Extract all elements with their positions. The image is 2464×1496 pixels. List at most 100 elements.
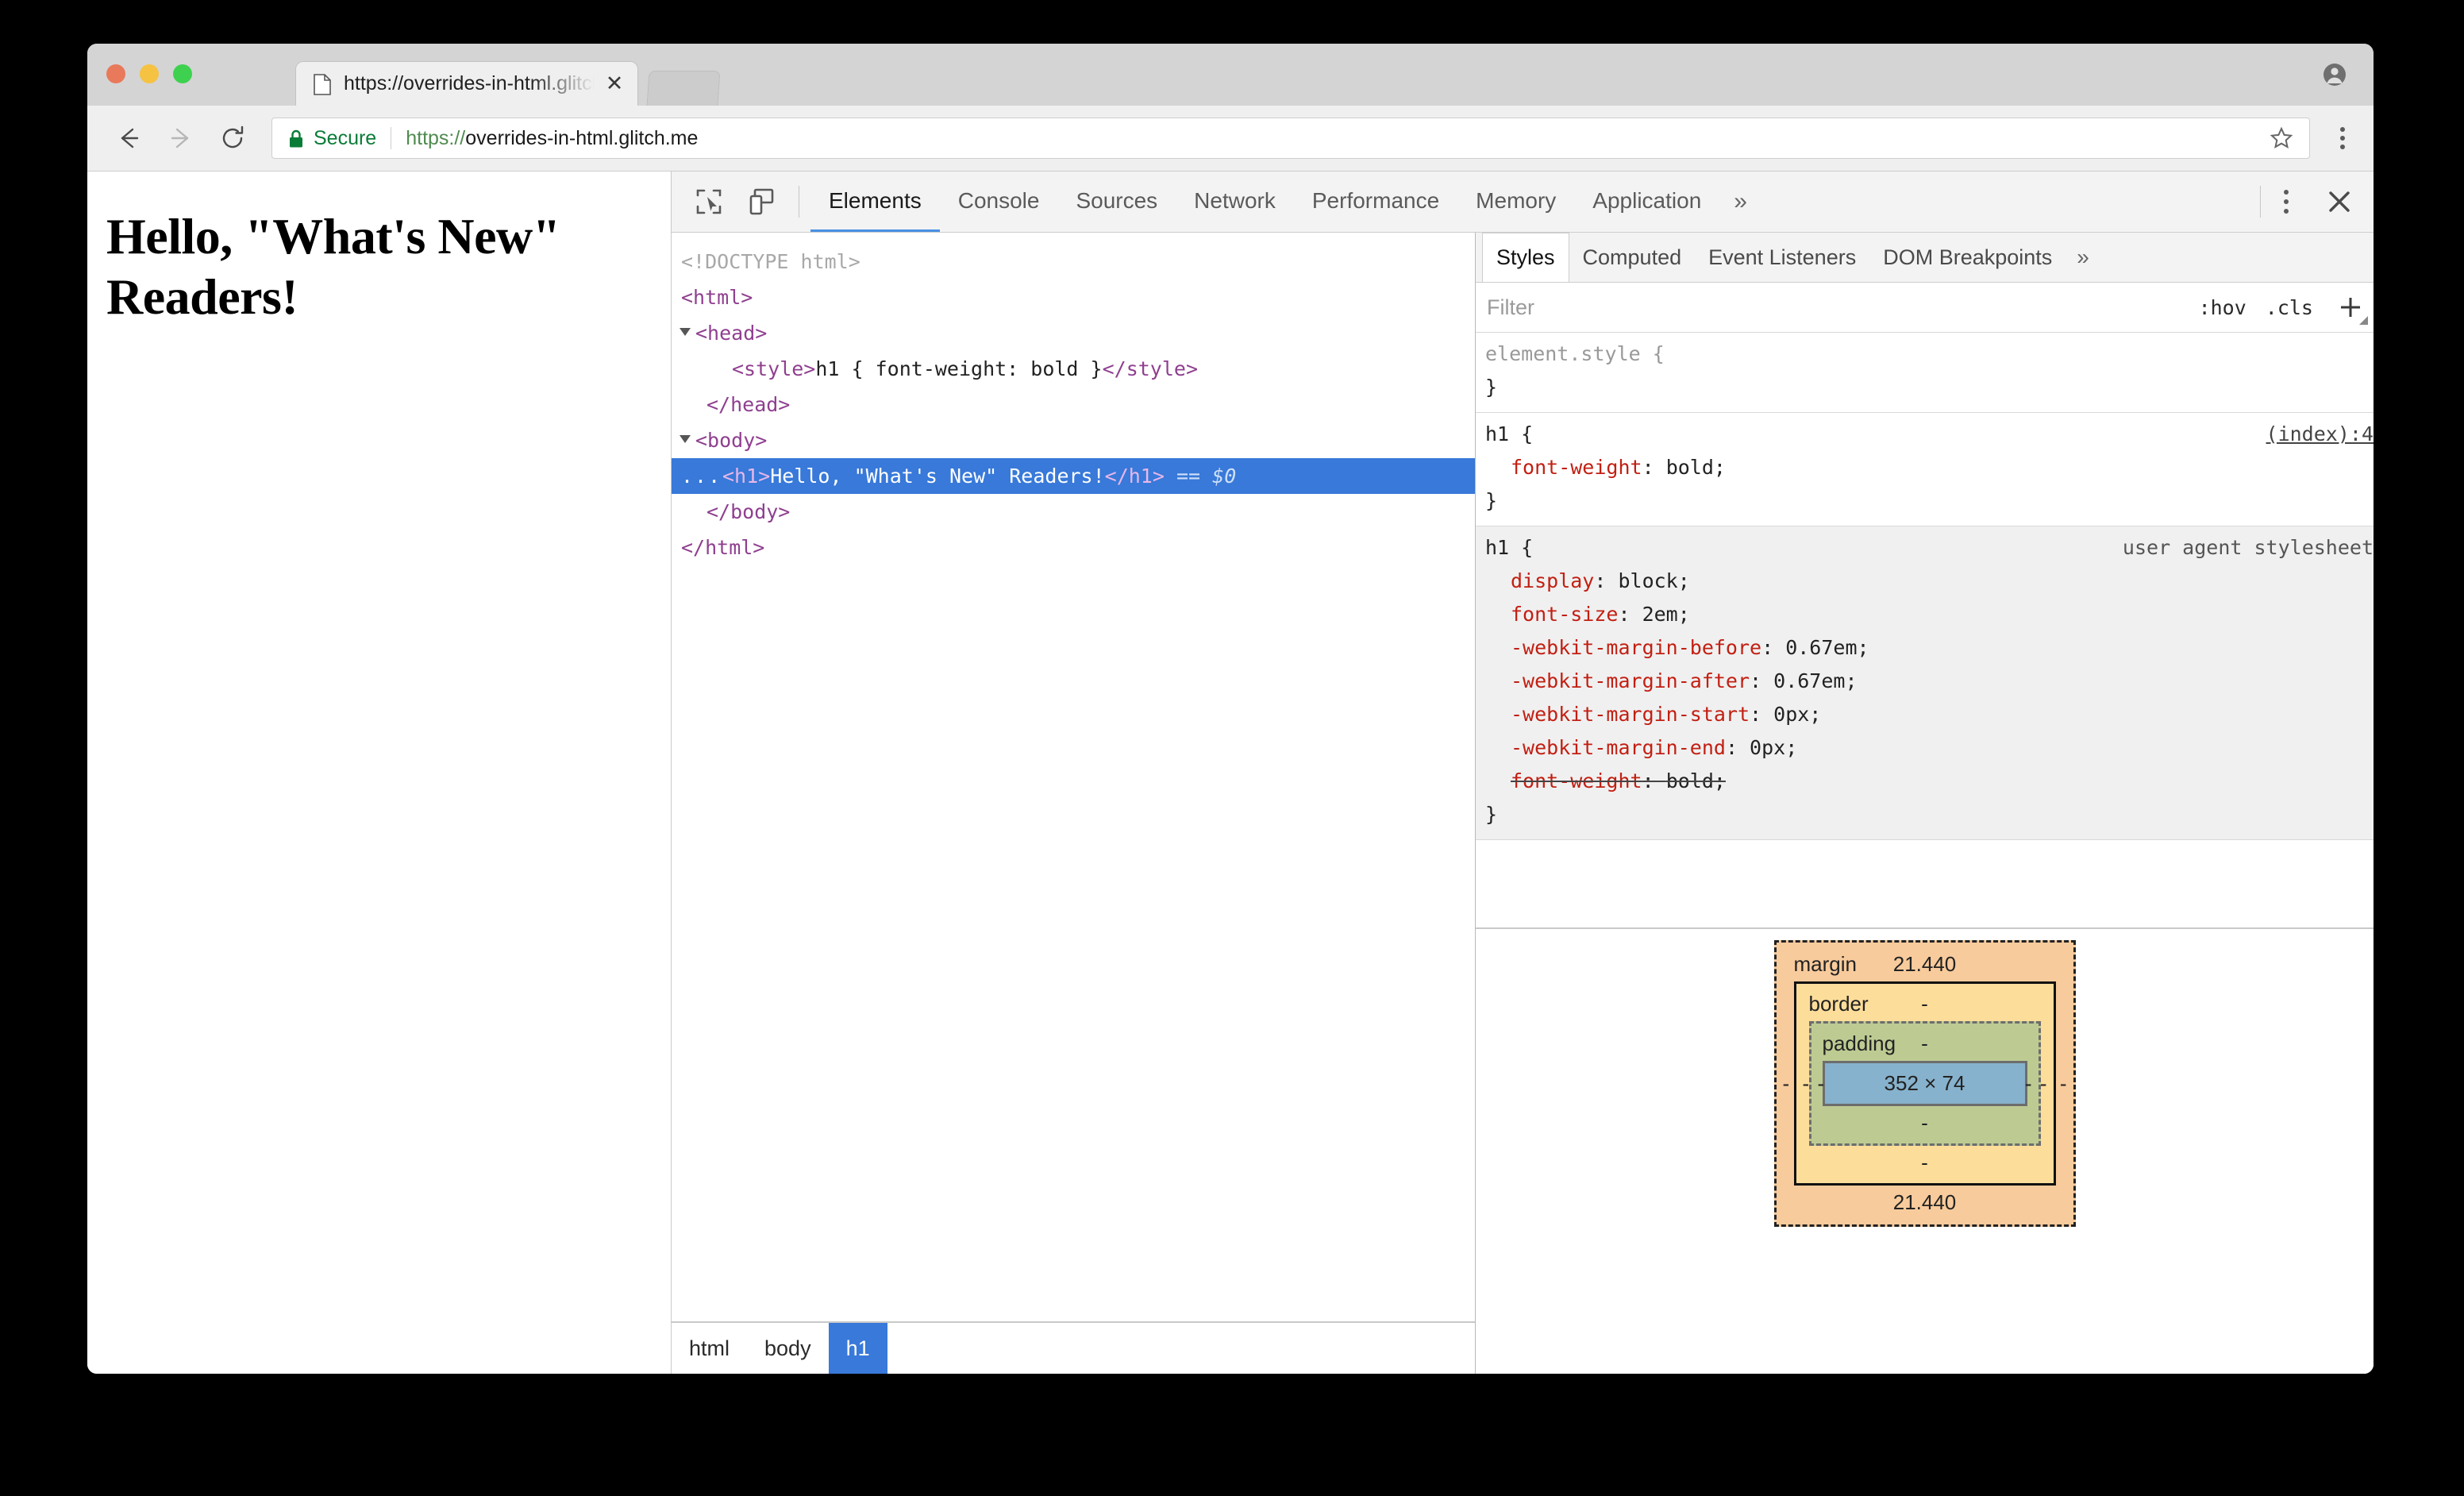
declaration-value[interactable]: 2em bbox=[1642, 603, 1678, 626]
forward-arrow-icon[interactable] bbox=[160, 118, 202, 159]
chevron-double-right-icon[interactable]: » bbox=[1719, 172, 1761, 232]
breadcrumb-item-h1[interactable]: h1 bbox=[828, 1323, 887, 1374]
rule-selector[interactable]: h1 bbox=[1485, 418, 1509, 451]
tab-memory[interactable]: Memory bbox=[1457, 172, 1574, 232]
dom-row-body-open[interactable]: <body> bbox=[672, 422, 1475, 458]
padding-right-value[interactable]: - bbox=[2025, 1071, 2032, 1096]
tab-sources[interactable]: Sources bbox=[1057, 172, 1176, 232]
declaration-overridden[interactable]: font-weight: bold; bbox=[1476, 765, 2374, 798]
tab-application[interactable]: Application bbox=[1574, 172, 1719, 232]
star-icon[interactable] bbox=[2270, 126, 2293, 150]
maximize-window-button[interactable] bbox=[173, 64, 192, 83]
close-icon[interactable] bbox=[2312, 172, 2367, 232]
dom-row-head-close[interactable]: </head> bbox=[672, 387, 1475, 422]
border-top-value[interactable]: - bbox=[1921, 992, 1928, 1016]
cls-toggle-button[interactable]: .cls bbox=[2266, 296, 2313, 319]
tab-dom-breakpoints[interactable]: DOM Breakpoints bbox=[1869, 233, 2066, 282]
tab-computed[interactable]: Computed bbox=[1569, 233, 1696, 282]
back-arrow-icon[interactable] bbox=[108, 118, 149, 159]
border-right-value[interactable]: - bbox=[2040, 1071, 2047, 1096]
rule-element-style[interactable]: element.style { } bbox=[1476, 333, 2374, 413]
declaration-property[interactable]: font-weight bbox=[1511, 769, 1642, 792]
declaration[interactable]: font-size: 2em; bbox=[1476, 598, 2374, 631]
margin-right-value[interactable]: - bbox=[2060, 1071, 2067, 1096]
declaration-value[interactable]: 0.67em bbox=[1785, 636, 1857, 659]
tab-network[interactable]: Network bbox=[1176, 172, 1294, 232]
declaration-property[interactable]: font-size bbox=[1511, 603, 1618, 626]
box-model-padding[interactable]: padding - - - 352 × 74 - bbox=[1808, 1021, 2041, 1146]
rule-selector[interactable]: h1 bbox=[1485, 531, 1509, 565]
dom-row-head-open[interactable]: <head> bbox=[672, 315, 1475, 351]
close-window-button[interactable] bbox=[106, 64, 125, 83]
window-controls bbox=[106, 64, 192, 83]
declaration[interactable]: -webkit-margin-end: 0px; bbox=[1476, 731, 2374, 765]
declaration-value[interactable]: 0.67em bbox=[1773, 669, 1845, 692]
border-bottom-value[interactable]: - bbox=[1809, 1151, 2041, 1175]
breadcrumb-item-body[interactable]: body bbox=[747, 1323, 829, 1374]
breadcrumb: html body h1 bbox=[672, 1321, 1475, 1374]
chrome-menu-icon[interactable] bbox=[2332, 125, 2353, 152]
dom-row-html-open[interactable]: <html> bbox=[672, 280, 1475, 315]
new-tab-placeholder[interactable] bbox=[646, 71, 721, 106]
more-vertical-icon[interactable] bbox=[2261, 172, 2312, 232]
declaration[interactable]: -webkit-margin-before: 0.67em; bbox=[1476, 631, 2374, 665]
declaration-property[interactable]: -webkit-margin-end bbox=[1511, 736, 1726, 759]
margin-top-value[interactable]: 21.440 bbox=[1893, 952, 1957, 977]
padding-bottom-value[interactable]: - bbox=[1823, 1111, 2027, 1135]
minimize-window-button[interactable] bbox=[140, 64, 159, 83]
breadcrumb-item-html[interactable]: html bbox=[672, 1323, 747, 1374]
rule-user-agent-h1[interactable]: h1 { user agent stylesheet display: bloc… bbox=[1476, 526, 2374, 840]
declaration-value[interactable]: block bbox=[1618, 569, 1677, 592]
declaration-property[interactable]: -webkit-margin-before bbox=[1511, 636, 1761, 659]
profile-avatar-icon[interactable] bbox=[2323, 63, 2347, 87]
dom-row-html-close[interactable]: </html> bbox=[672, 530, 1475, 565]
rule-source-link[interactable]: (index):4 bbox=[2266, 418, 2374, 451]
chevron-double-right-icon[interactable]: » bbox=[2066, 233, 2100, 282]
plus-icon[interactable] bbox=[2332, 289, 2369, 326]
dom-row-body-close[interactable]: </body> bbox=[672, 494, 1475, 530]
reload-icon[interactable] bbox=[213, 118, 254, 159]
rule-author-h1[interactable]: h1 { (index):4 font-weight: bold; } bbox=[1476, 413, 2374, 526]
tab-elements[interactable]: Elements bbox=[810, 172, 940, 232]
declaration[interactable]: -webkit-margin-after: 0.67em; bbox=[1476, 665, 2374, 698]
rule-selector[interactable]: element.style bbox=[1485, 337, 1641, 371]
declaration-value[interactable]: bold bbox=[1666, 769, 1714, 792]
browser-tab[interactable]: https://overrides-in-html.glitch.me ✕ bbox=[295, 61, 638, 106]
declaration-value[interactable]: 0px bbox=[1750, 736, 1785, 759]
dom-row-h1-selected[interactable]: ...<h1>Hello, "What's New" Readers!</h1>… bbox=[672, 458, 1475, 494]
dom-row-doctype[interactable]: <!DOCTYPE html> bbox=[672, 244, 1475, 280]
padding-left-value[interactable]: - bbox=[1818, 1071, 1825, 1096]
device-toolbar-icon[interactable] bbox=[735, 172, 787, 232]
declaration-property[interactable]: font-weight bbox=[1511, 456, 1642, 479]
declaration-value[interactable]: 0px bbox=[1773, 703, 1809, 726]
collapse-ellipsis[interactable]: ... bbox=[681, 458, 722, 494]
declaration-property[interactable]: -webkit-margin-after bbox=[1511, 669, 1750, 692]
close-icon[interactable]: ✕ bbox=[603, 72, 626, 96]
address-bar[interactable]: Secure https://overrides-in-html.glitch.… bbox=[271, 118, 2310, 159]
declaration-property[interactable]: display bbox=[1511, 569, 1594, 592]
tab-performance[interactable]: Performance bbox=[1294, 172, 1457, 232]
filter-input[interactable]: Filter bbox=[1487, 295, 2199, 320]
open-brace: { bbox=[1640, 342, 1665, 365]
padding-top-value[interactable]: - bbox=[1921, 1031, 1928, 1056]
tab-event-listeners[interactable]: Event Listeners bbox=[1695, 233, 1869, 282]
margin-left-value[interactable]: - bbox=[1783, 1071, 1790, 1096]
tab-styles[interactable]: Styles bbox=[1482, 233, 1569, 282]
declaration[interactable]: -webkit-margin-start: 0px; bbox=[1476, 698, 2374, 731]
declaration[interactable]: font-weight: bold; bbox=[1476, 451, 2374, 484]
box-model-border[interactable]: border - - - padding - - - 352 × 74 - - bbox=[1793, 981, 2056, 1186]
box-model-content[interactable]: 352 × 74 bbox=[1822, 1061, 2027, 1106]
expand-arrow-icon[interactable] bbox=[680, 328, 691, 336]
box-model-margin[interactable]: margin 21.440 - - border - - - padding -… bbox=[1773, 940, 2076, 1227]
tab-console[interactable]: Console bbox=[940, 172, 1058, 232]
margin-bottom-value[interactable]: 21.440 bbox=[1794, 1190, 2056, 1215]
inspect-element-icon[interactable] bbox=[683, 172, 735, 232]
hov-toggle-button[interactable]: :hov bbox=[2199, 296, 2246, 319]
expand-arrow-icon[interactable] bbox=[680, 435, 691, 443]
dom-row-style[interactable]: <style>h1 { font-weight: bold }</style> bbox=[672, 351, 1475, 387]
declaration[interactable]: display: block; bbox=[1476, 565, 2374, 598]
declaration-colon: : bbox=[1750, 669, 1774, 692]
close-brace: } bbox=[1485, 803, 1498, 826]
declaration-property[interactable]: -webkit-margin-start bbox=[1511, 703, 1750, 726]
declaration-value[interactable]: bold bbox=[1666, 456, 1714, 479]
